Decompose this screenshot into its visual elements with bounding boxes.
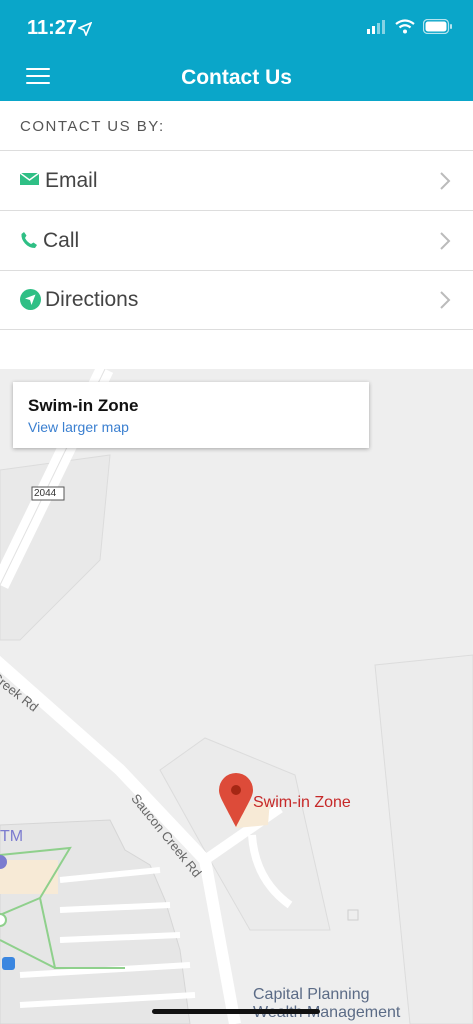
map-place-title: Swim-in Zone bbox=[28, 396, 139, 415]
status-time: 11:27 bbox=[27, 17, 78, 39]
contact-option-directions[interactable]: Directions bbox=[0, 270, 473, 330]
option-label: Email bbox=[45, 169, 98, 192]
route-shield-label: 2044 bbox=[34, 488, 57, 499]
battery-icon bbox=[423, 19, 452, 34]
chevron-right-icon bbox=[440, 232, 451, 250]
section-header: CONTACT US BY: bbox=[0, 101, 473, 151]
map-canvas bbox=[0, 369, 473, 1024]
signal-icon bbox=[367, 19, 385, 34]
place-marker-label: Swim-in Zone bbox=[253, 794, 351, 811]
chevron-right-icon bbox=[440, 172, 451, 190]
view-larger-map-link[interactable]: View larger map bbox=[28, 419, 129, 435]
contact-option-email[interactable]: Email bbox=[0, 151, 473, 211]
contact-option-call[interactable]: Call bbox=[0, 211, 473, 271]
phone-icon bbox=[21, 232, 37, 248]
status-indicators bbox=[367, 19, 453, 34]
page-title: Contact Us bbox=[181, 66, 292, 89]
option-label: Directions bbox=[45, 288, 139, 311]
map-label: TM bbox=[0, 828, 24, 845]
wifi-icon bbox=[395, 19, 415, 34]
location-arrow-icon bbox=[78, 22, 92, 36]
home-indicator[interactable] bbox=[152, 1009, 320, 1014]
chevron-right-icon bbox=[440, 291, 451, 309]
option-label: Call bbox=[43, 229, 80, 252]
navigation-icon bbox=[20, 289, 41, 310]
map-view[interactable]: 2044 Creek Rd Saucon Creek Rd Swim-in Zo… bbox=[0, 369, 473, 1024]
nav-bar: Contact Us bbox=[0, 56, 473, 101]
email-icon bbox=[20, 172, 40, 185]
section-title: CONTACT US BY: bbox=[20, 118, 165, 135]
status-bar: 11:27 bbox=[0, 0, 473, 56]
map-info-card: Swim-in Zone View larger map bbox=[13, 382, 369, 448]
poi-label: Capital Planning bbox=[253, 986, 370, 1003]
